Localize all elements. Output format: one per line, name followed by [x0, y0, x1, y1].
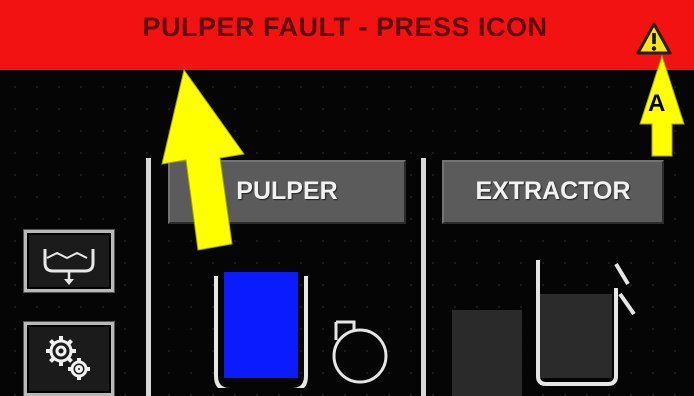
pump-icon	[332, 320, 388, 384]
panel-divider-left	[146, 158, 151, 396]
warning-triangle-icon[interactable]	[636, 22, 672, 56]
fault-message: PULPER FAULT - PRESS ICON	[142, 12, 548, 42]
hmi-screen: PULPER FAULT - PRESS ICON PULPER EXTRACT…	[0, 0, 694, 396]
gears-icon	[46, 336, 90, 380]
extractor-vessel	[536, 260, 636, 386]
fault-banner: PULPER FAULT - PRESS ICON	[0, 0, 694, 70]
settings-button[interactable]	[24, 322, 114, 396]
annotation-arrow-left	[161, 68, 245, 251]
tab-extractor[interactable]: EXTRACTOR	[442, 160, 664, 224]
pulper-tank-fill	[224, 272, 298, 378]
extractor-basket	[452, 310, 522, 396]
drain-button[interactable]	[24, 230, 114, 292]
drain-tank-icon	[43, 249, 95, 285]
panel-divider-right	[421, 158, 426, 396]
annotation-label-a: A	[648, 90, 666, 117]
pulper-tank	[214, 272, 308, 388]
